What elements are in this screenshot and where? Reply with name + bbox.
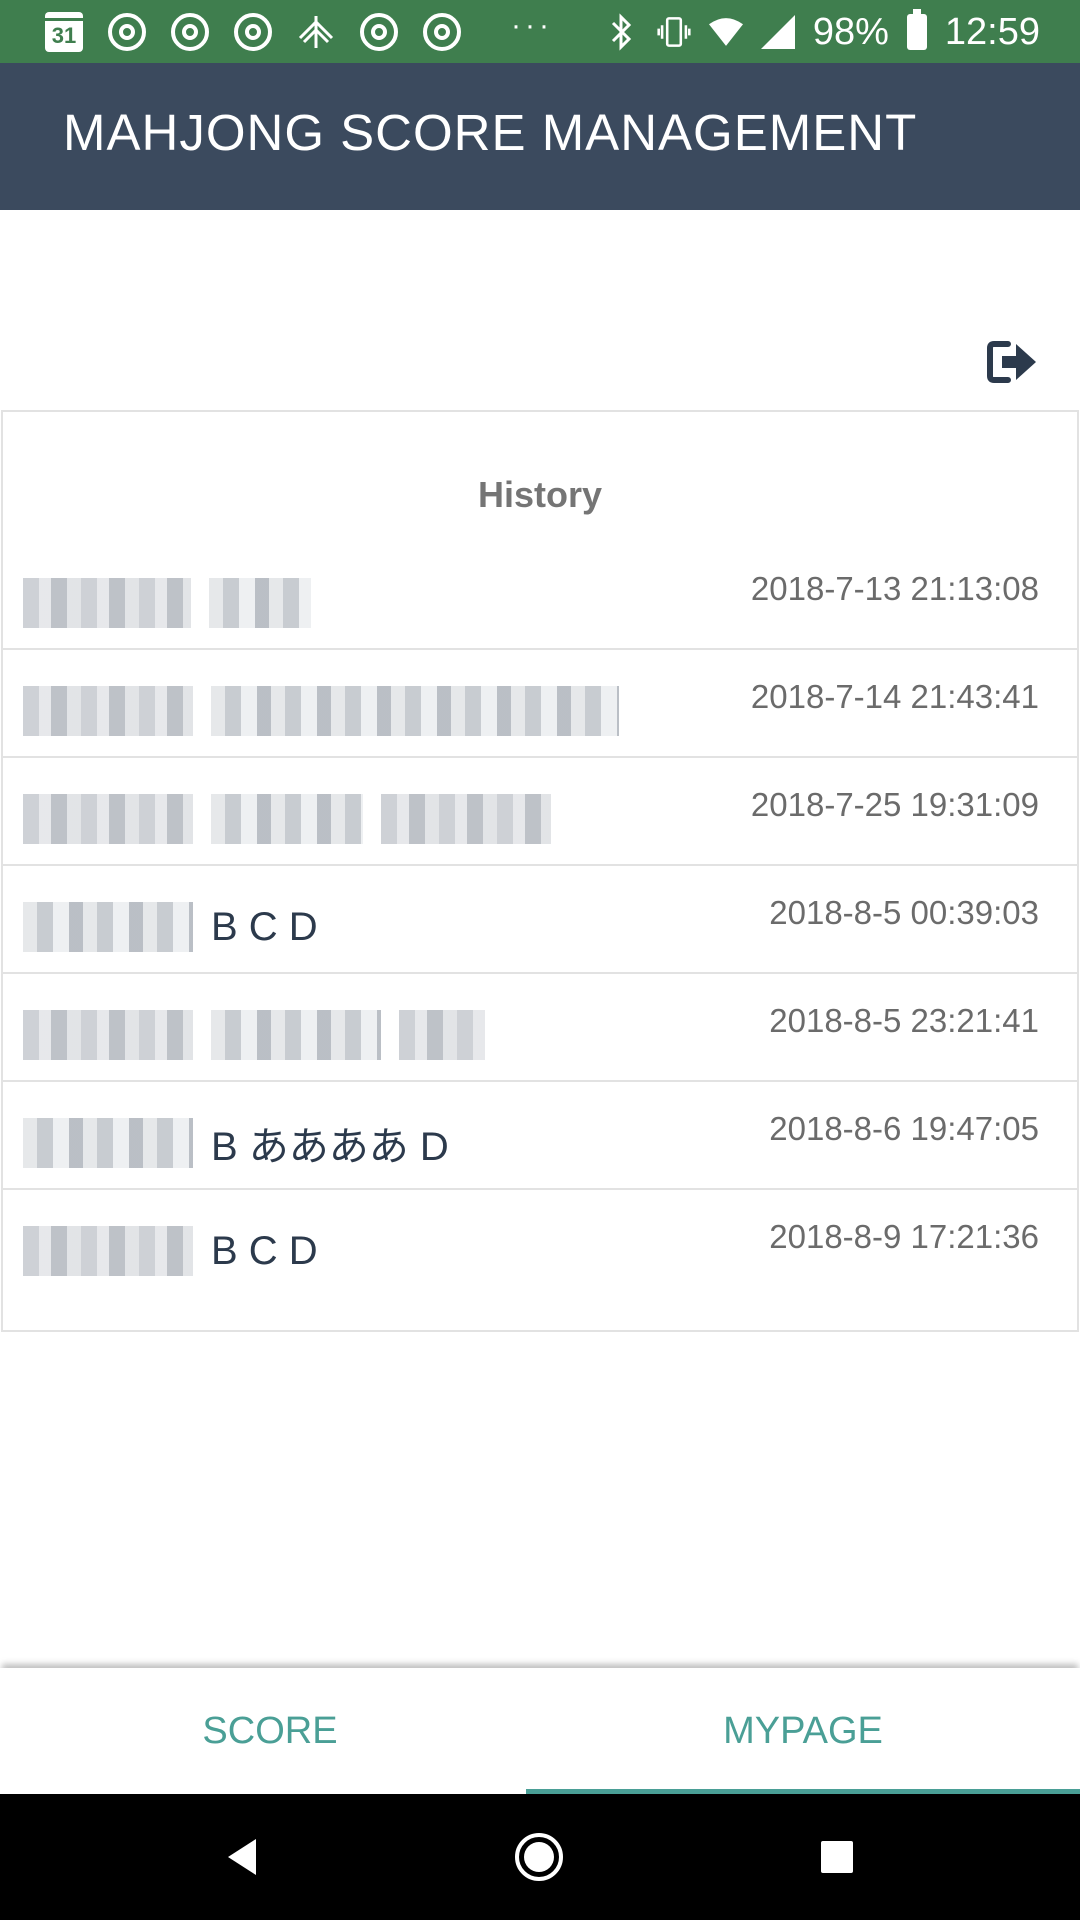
- history-timestamp: 2018-7-25 19:31:09: [750, 786, 1039, 823]
- history-timestamp: 2018-7-14 21:43:41: [750, 678, 1039, 715]
- chrome-icon: [422, 12, 462, 52]
- redacted-name: [211, 686, 619, 736]
- app-bar: MAHJONG SCORE MANAGEMENT: [0, 63, 1080, 210]
- redacted-name: [23, 902, 193, 952]
- calendar-icon: 31: [44, 12, 84, 52]
- clock: 12:59: [944, 10, 1040, 53]
- chrome-icon: [107, 12, 147, 52]
- tab-mypage[interactable]: MYPAGE: [526, 1668, 1080, 1794]
- history-row[interactable]: 2018-7-14 21:43:41: [3, 650, 1077, 758]
- redacted-name: [23, 1118, 193, 1168]
- logout-button[interactable]: [986, 338, 1038, 386]
- history-row[interactable]: 2018-7-13 21:13:08: [3, 542, 1077, 650]
- battery-percent: 98%: [812, 10, 889, 53]
- history-timestamp: 2018-8-6 19:47:05: [769, 1110, 1039, 1147]
- history-timestamp: 2018-7-13 21:13:08: [750, 570, 1039, 607]
- player-names: B ああああ D: [23, 1118, 449, 1169]
- redacted-name: [211, 1010, 381, 1060]
- history-row[interactable]: B ああああ D 2018-8-6 19:47:05: [3, 1082, 1077, 1190]
- notification-icons: 31 ···: [44, 8, 553, 56]
- player-names-text: B C D: [211, 1228, 318, 1273]
- back-icon: [228, 1839, 256, 1875]
- chrome-icon: [359, 12, 399, 52]
- home-icon: [515, 1833, 563, 1881]
- logout-icon: [987, 341, 1036, 383]
- player-names: [23, 686, 637, 736]
- player-names: B C D: [23, 902, 318, 952]
- player-names: [23, 1010, 503, 1060]
- battery-icon: [906, 9, 927, 50]
- wifi-icon: [708, 12, 743, 52]
- redacted-name: [23, 686, 193, 736]
- history-timestamp: 2018-8-5 00:39:03: [769, 894, 1039, 931]
- redacted-name: [209, 578, 311, 628]
- back-button[interactable]: [215, 1830, 269, 1884]
- recents-icon: [821, 1841, 853, 1873]
- bottom-tab-bar: SCORE MYPAGE: [0, 1668, 1080, 1794]
- history-title: History: [477, 474, 603, 515]
- home-button[interactable]: [512, 1830, 566, 1884]
- calendar-day: 31: [51, 23, 77, 48]
- redacted-name: [381, 794, 551, 844]
- redacted-name: [399, 1010, 485, 1060]
- redacted-name: [23, 794, 193, 844]
- redacted-name: [23, 1010, 193, 1060]
- recents-button[interactable]: [810, 1830, 864, 1884]
- redacted-name: [23, 578, 191, 628]
- redacted-name: [23, 1226, 193, 1276]
- history-row[interactable]: B C D 2018-8-5 00:39:03: [3, 866, 1077, 974]
- signal-icon: [760, 12, 795, 52]
- redacted-name: [211, 794, 363, 844]
- status-bar: 31 ··· 98% 12:59: [0, 0, 1080, 63]
- chrome-icon: [170, 12, 210, 52]
- tab-score[interactable]: SCORE: [0, 1668, 540, 1794]
- player-names: [23, 578, 329, 628]
- vibrate-icon: [657, 12, 691, 52]
- history-row[interactable]: 2018-7-25 19:31:09: [3, 758, 1077, 866]
- history-timestamp: 2018-8-9 17:21:36: [769, 1218, 1039, 1255]
- sewing-icon: [296, 12, 336, 52]
- history-row[interactable]: B C D 2018-8-9 17:21:36: [3, 1190, 1077, 1298]
- player-names-text: B C D: [211, 904, 318, 949]
- app-title: MAHJONG SCORE MANAGEMENT: [63, 104, 918, 161]
- history-card: History 2018-7-13 21:13:08 2018-7-14 21:…: [1, 410, 1079, 1332]
- history-row[interactable]: 2018-8-5 23:21:41: [3, 974, 1077, 1082]
- history-list: 2018-7-13 21:13:08 2018-7-14 21:43:41 20…: [3, 542, 1077, 1298]
- player-names-text: B ああああ D: [211, 1125, 449, 1169]
- system-navigation-bar: [0, 1794, 1080, 1920]
- player-names: [23, 794, 569, 844]
- bluetooth-icon: [605, 12, 639, 52]
- history-timestamp: 2018-8-5 23:21:41: [769, 1002, 1039, 1039]
- more-notifications-icon: ···: [511, 9, 553, 42]
- player-names: B C D: [23, 1226, 318, 1276]
- chrome-icon: [233, 12, 273, 52]
- system-icons: 98% 12:59: [605, 8, 1040, 56]
